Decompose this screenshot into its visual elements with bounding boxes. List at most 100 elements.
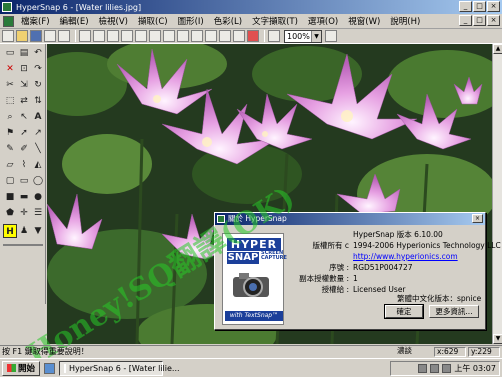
rectangle-icon[interactable]: ▢: [3, 174, 17, 188]
print-preview-icon[interactable]: [58, 30, 70, 42]
pen-icon[interactable]: ✐: [17, 142, 31, 156]
redo-icon[interactable]: ↷: [31, 62, 45, 76]
dropper-icon[interactable]: ⌇: [17, 158, 31, 172]
copyright-label: 版權所有 c: [312, 241, 349, 250]
pointer-icon[interactable]: ↖: [17, 110, 31, 124]
fill-icon[interactable]: ◭: [31, 158, 45, 172]
document-icon[interactable]: [3, 15, 14, 27]
capture-region-icon[interactable]: [107, 30, 119, 42]
more-info-button[interactable]: 更多資訊...: [429, 305, 479, 318]
capture-free-icon[interactable]: [247, 30, 259, 42]
scissors-icon[interactable]: ✂: [3, 78, 17, 92]
task-hypersnap[interactable]: HyperSnap 6 - [Water lilie...: [59, 360, 180, 376]
zoom-value: 100%: [287, 31, 310, 41]
status-bar: 按 F1 鍵取得重要說明！ 濃談 x:629 y:229: [0, 345, 502, 357]
repeat-capture-icon[interactable]: [163, 30, 175, 42]
filled-rect-icon[interactable]: ■: [3, 190, 17, 204]
network-icon[interactable]: [430, 364, 440, 373]
doc-minimize-button[interactable]: _: [459, 15, 472, 26]
zoom-fit-icon[interactable]: [325, 30, 337, 42]
ime-icon[interactable]: [442, 364, 452, 373]
menu-image[interactable]: 圖形(I): [173, 15, 209, 27]
capture-button-icon[interactable]: [135, 30, 147, 42]
windows-logo-icon: [7, 364, 16, 372]
zoom-select[interactable]: 100% ▼: [284, 29, 322, 43]
close-button[interactable]: ×: [487, 1, 500, 12]
rounded-rect-icon[interactable]: ▭: [17, 174, 31, 188]
capture-multi-icon[interactable]: [233, 30, 245, 42]
dialog-close-button[interactable]: ×: [472, 214, 483, 223]
status-help-text: 按 F1 鍵取得重要說明！: [2, 347, 89, 356]
menu-help[interactable]: 說明(H): [385, 15, 425, 27]
color-swatch-icon[interactable]: ▼: [31, 224, 45, 238]
select-rect-icon[interactable]: ⬚: [3, 94, 17, 108]
volume-icon[interactable]: [418, 364, 428, 373]
menu-capture[interactable]: 擷取(C): [133, 15, 173, 27]
capture-active-icon[interactable]: [121, 30, 133, 42]
copy-icon[interactable]: ▭: [3, 46, 17, 60]
open-icon[interactable]: [16, 30, 28, 42]
quicklaunch-icon[interactable]: [44, 362, 56, 374]
scroll-down-icon[interactable]: ▼: [493, 334, 502, 344]
arrow-icon[interactable]: ➚: [17, 126, 31, 140]
undo-icon[interactable]: ↶: [31, 46, 45, 60]
zoom-icon[interactable]: ⌕: [3, 110, 17, 124]
crop-icon[interactable]: ⊡: [17, 62, 31, 76]
website-link[interactable]: http://www.hyperionics.com: [353, 251, 458, 262]
main-toolbar: 100% ▼: [0, 29, 502, 44]
tool-palette: ▭ ▤ ↶ ✕ ⊡ ↷ ✂ ⇲ ↻ ⬚ ⇄ ⇅ ⌕ ↖ A ⚑ ➚ ↗ ✎ ✐ …: [0, 44, 46, 304]
capture-window-icon[interactable]: [93, 30, 105, 42]
line-icon[interactable]: ╲: [31, 142, 45, 156]
menu-bar: 檔案(F) 編輯(E) 檢視(V) 擷取(C) 圖形(I) 色彩(L) 文字擷取…: [0, 14, 502, 29]
flip-icon[interactable]: ⇅: [31, 94, 45, 108]
marker-icon[interactable]: ✎: [3, 142, 17, 156]
text-capture-icon[interactable]: [205, 30, 217, 42]
capture-extended-icon[interactable]: [219, 30, 231, 42]
menu-text-capture[interactable]: 文字擷取(T): [247, 15, 303, 27]
filled-round-icon[interactable]: ▬: [17, 190, 31, 204]
menu-options[interactable]: 選項(O): [303, 15, 343, 27]
line-width-icon[interactable]: ☰: [31, 206, 45, 220]
capture-video-icon[interactable]: [191, 30, 203, 42]
maximize-button[interactable]: □: [473, 1, 486, 12]
highlight-tool-icon[interactable]: H: [3, 224, 17, 238]
save-icon[interactable]: [30, 30, 42, 42]
delete-icon[interactable]: ✕: [3, 62, 17, 76]
ok-button[interactable]: 確定: [384, 304, 424, 319]
crosshair-icon[interactable]: ✛: [17, 206, 31, 220]
text-tool-icon[interactable]: A: [31, 110, 45, 124]
help-pointer-icon[interactable]: [268, 30, 280, 42]
version-info: HyperSnap 版本 6.10.00 版權所有 c 1994-2006 Hyp…: [293, 229, 501, 295]
vertical-scrollbar[interactable]: ▲ ▼: [492, 44, 502, 344]
ellipse-icon[interactable]: ◯: [31, 174, 45, 188]
menu-window[interactable]: 視窗(W): [343, 15, 385, 27]
rotate-icon[interactable]: ↻: [31, 78, 45, 92]
capture-screen-icon[interactable]: [79, 30, 91, 42]
eraser-icon[interactable]: ▱: [3, 158, 17, 172]
info-row: 版權所有 c 1994-2006 Hyperionics Technology L…: [293, 240, 500, 251]
stamp-tool-icon[interactable]: ♟: [17, 224, 31, 238]
doc-close-button[interactable]: ×: [487, 15, 500, 26]
menu-edit[interactable]: 編輯(E): [55, 15, 94, 27]
mirror-icon[interactable]: ⇄: [17, 94, 31, 108]
menu-file[interactable]: 檔案(F): [16, 15, 55, 27]
cursor-y: y:229: [468, 347, 500, 357]
paste-icon[interactable]: ▤: [17, 46, 31, 60]
new-icon[interactable]: [2, 30, 14, 42]
scroll-up-icon[interactable]: ▲: [493, 44, 502, 54]
doc-restore-button[interactable]: □: [473, 15, 486, 26]
capture-scroll-icon[interactable]: [149, 30, 161, 42]
chevron-down-icon[interactable]: ▼: [311, 30, 321, 42]
toolbar-separator: [75, 30, 76, 42]
print-icon[interactable]: [44, 30, 56, 42]
minimize-button[interactable]: _: [459, 1, 472, 12]
filled-ellipse-icon[interactable]: ●: [31, 190, 45, 204]
menu-view[interactable]: 檢視(V): [94, 15, 133, 27]
stamp-icon[interactable]: ⚑: [3, 126, 17, 140]
start-button[interactable]: 開始: [2, 360, 41, 376]
line-arrow-icon[interactable]: ↗: [31, 126, 45, 140]
menu-colors[interactable]: 色彩(L): [209, 15, 247, 27]
polygon-icon[interactable]: ⬟: [3, 206, 17, 220]
capture-full-icon[interactable]: [177, 30, 189, 42]
resize-icon[interactable]: ⇲: [17, 78, 31, 92]
